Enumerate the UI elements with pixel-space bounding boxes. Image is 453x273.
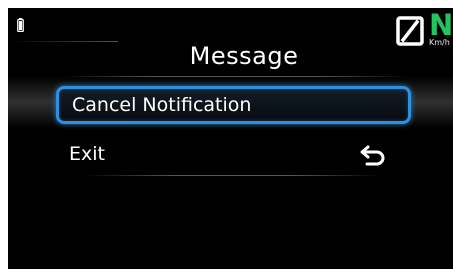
page-title: Message [189,42,299,70]
battery-icon [17,17,24,33]
menu-item-cancel-notification[interactable]: Cancel Notification [56,86,411,124]
speed-value: N [429,8,453,42]
menu-item-exit[interactable]: Exit [56,135,411,173]
back-arrow-icon [359,143,389,167]
display-screen: N Km/h Message Cancel Notification Exit [8,8,453,269]
menu-item-label: Cancel Notification [72,94,252,116]
menu-item-label: Exit [69,143,105,165]
exit-divider [83,175,383,176]
